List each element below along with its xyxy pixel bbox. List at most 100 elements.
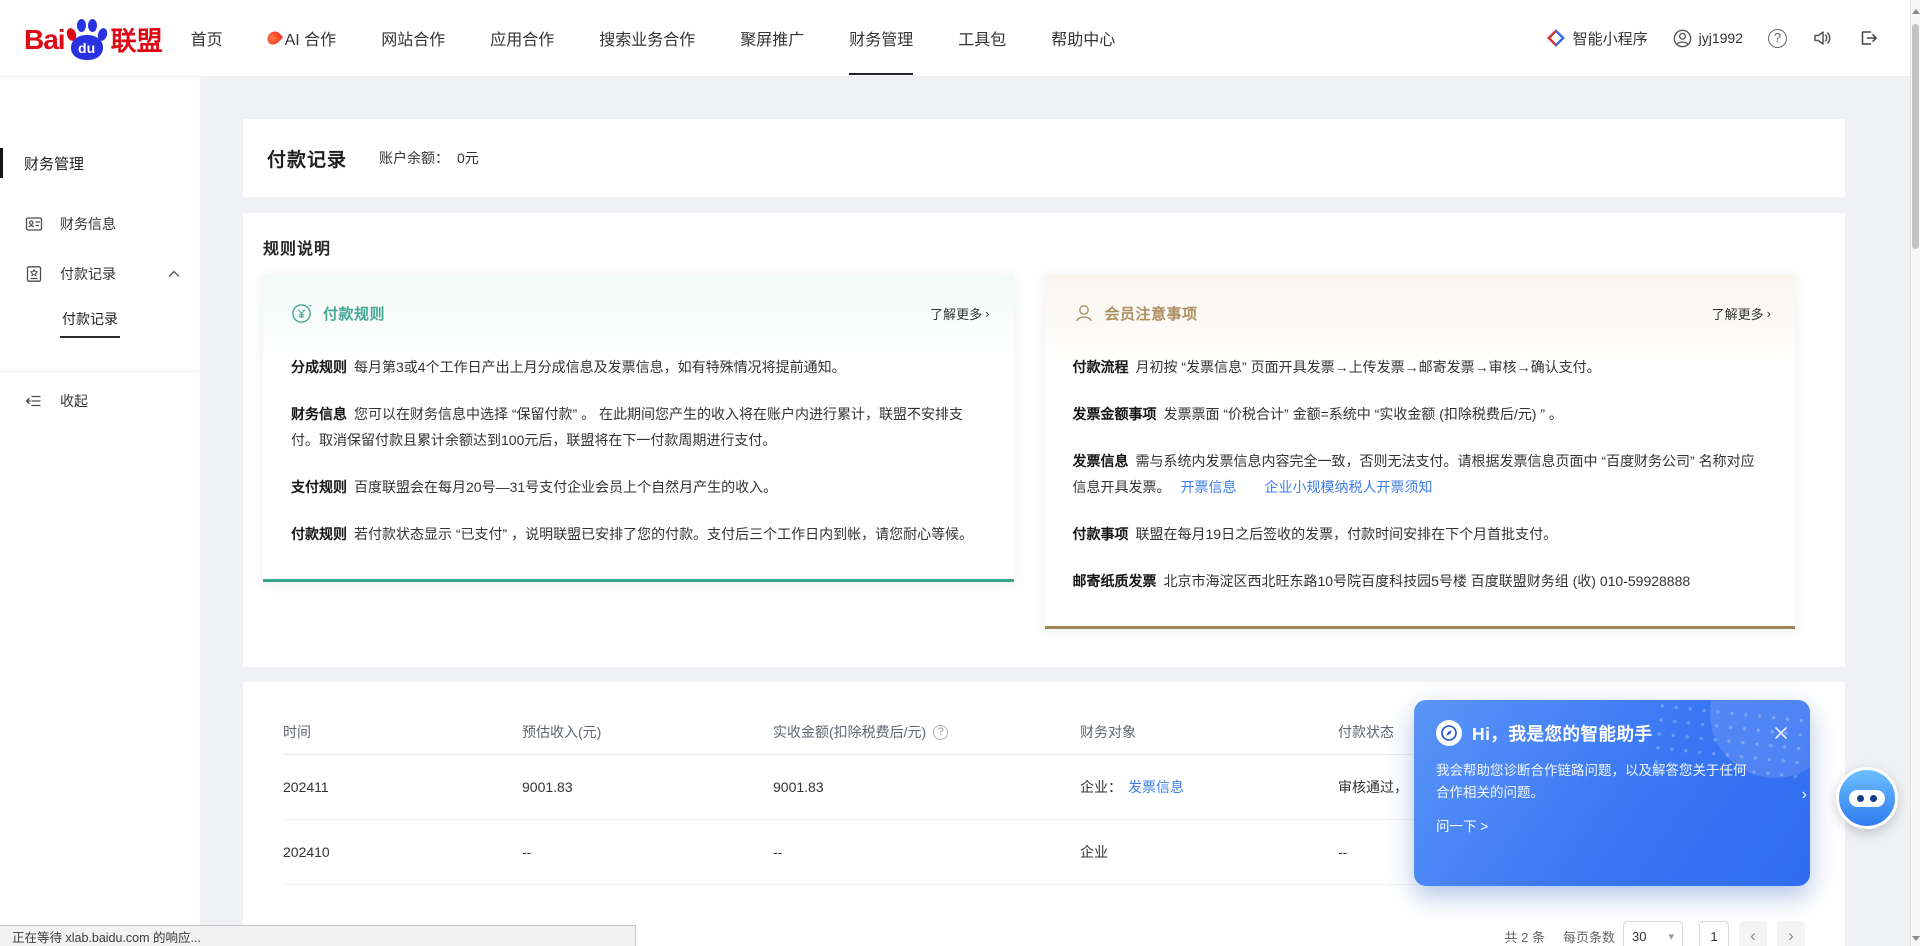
page-title: 付款记录	[267, 145, 347, 172]
question-icon: ?	[1768, 29, 1787, 48]
sidebar-item-finance-info[interactable]: 财务信息	[0, 199, 200, 249]
sidebar-collapse-button[interactable]: 收起	[0, 372, 200, 430]
vertical-scrollbar[interactable]	[1910, 0, 1920, 946]
rules-title: 规则说明	[263, 235, 1795, 259]
payment-rules-card-title: 付款规则	[323, 303, 385, 324]
payment-record-icon	[25, 265, 43, 283]
balance-value: 0元	[457, 150, 479, 166]
sidebar: 财务管理 财务信息 付款记录	[0, 76, 200, 946]
info-icon[interactable]: ?	[933, 725, 948, 740]
total-count: 共 2 条	[1505, 927, 1545, 946]
caret-down-icon: ▾	[1668, 930, 1674, 943]
assistant-popup: Hi，我是您的智能助手 我会帮助您诊断合作链路问题，以及解答您关于任何合作相关的…	[1414, 700, 1810, 886]
nav-item-website[interactable]: 网站合作	[381, 0, 445, 76]
assistant-robot-button[interactable]	[1836, 767, 1898, 829]
member-notes-card-title: 会员注意事项	[1105, 303, 1198, 324]
payment-rules-card: 付款规则 了解更多› 分成规则每月第3或4个工作日产出上月分成信息及发票信息，如…	[263, 274, 1014, 582]
rule-paragraph: 分成规则每月第3或4个工作日产出上月分成信息及发票信息，如有特殊情况将提前通知。	[291, 354, 984, 380]
cell-actual: 9001.83	[773, 779, 1080, 795]
top-navigation: Bai du 联盟 首页 AI 合作 网站合作 应用合作 搜索业务合作 聚屏推广…	[0, 0, 1920, 76]
column-header-time: 时间	[283, 722, 522, 742]
announcement-sound-button[interactable]	[1812, 28, 1833, 48]
cell-time: 202410	[283, 844, 522, 860]
cell-entity: 企业：发票信息	[1080, 777, 1338, 797]
logo-text-bai: Bai	[24, 20, 65, 60]
cell-estimated: 9001.83	[522, 779, 773, 795]
scrollbar-up-arrow[interactable]	[1912, 5, 1920, 14]
small-taxpayer-notice-link[interactable]: 企业小规模纳税人开票须知	[1265, 479, 1433, 495]
logout-icon	[1858, 28, 1878, 48]
page-number-button[interactable]: 1	[1699, 921, 1729, 946]
help-button[interactable]: ?	[1768, 29, 1787, 48]
nav-item-home[interactable]: 首页	[191, 0, 223, 76]
popup-edge-chevron-icon[interactable]: ›	[1802, 786, 1807, 804]
nav-item-help-center[interactable]: 帮助中心	[1051, 0, 1115, 76]
nav-item-toolkit[interactable]: 工具包	[958, 0, 1006, 76]
sidebar-subitem-payment-records[interactable]: 付款记录	[0, 299, 200, 345]
column-header-actual-amount: 实收金额(扣除税费后/元) ?	[773, 722, 1080, 742]
rule-paragraph: 发票信息需与系统内发票信息内容完全一致，否则无法支付。请根据发票信息页面中 “百…	[1073, 448, 1766, 500]
robot-face-icon	[1849, 790, 1885, 807]
cell-entity: 企业	[1080, 842, 1338, 862]
ask-now-link[interactable]: 问一下 >	[1436, 815, 1788, 835]
assistant-title: Hi，我是您的智能助手	[1472, 721, 1653, 746]
sidebar-section-finance-management: 财务管理	[0, 148, 200, 178]
assistant-message: 我会帮助您诊断合作链路问题，以及解答您关于任何合作相关的问题。	[1436, 760, 1756, 804]
nav-right-area: 智能小程序 jyj1992 ?	[1547, 28, 1920, 49]
cell-actual: --	[773, 844, 1080, 860]
rule-paragraph: 支付规则百度联盟会在每月20号—31号支付企业会员上个自然月产生的收入。	[291, 474, 984, 500]
nav-item-ai[interactable]: AI 合作	[268, 0, 337, 76]
rule-paragraph: 发票金额事项发票票面 “价税合计” 金额=系统中 “实收金额 (扣除税费后/元)…	[1073, 401, 1766, 427]
nav-item-search-biz[interactable]: 搜索业务合作	[599, 0, 695, 76]
assistant-compass-icon	[1436, 720, 1462, 746]
cell-estimated: --	[522, 844, 773, 860]
column-header-finance-entity: 财务对象	[1080, 722, 1338, 742]
rule-paragraph: 邮寄纸质发票北京市海淀区西北旺东路10号院百度科技园5号楼 百度联盟财务组 (收…	[1073, 568, 1766, 594]
balance-label: 账户余额：	[379, 150, 449, 166]
nav-item-finance[interactable]: 财务管理	[849, 0, 913, 76]
rule-paragraph: 付款流程月初按 “发票信息” 页面开具发票→上传发票→邮寄发票→审核→确认支付。	[1073, 354, 1766, 380]
member-notes-card: 会员注意事项 了解更多› 付款流程月初按 “发票信息” 页面开具发票→上传发票→…	[1045, 274, 1796, 629]
finance-info-icon	[25, 215, 43, 233]
nav-menu: 首页 AI 合作 网站合作 应用合作 搜索业务合作 聚屏推广 财务管理 工具包 …	[191, 0, 1161, 76]
invoice-info-row-link[interactable]: 发票信息	[1128, 779, 1184, 795]
account-balance: 账户余额： 0元	[379, 148, 479, 168]
flame-icon	[264, 29, 282, 47]
prev-page-button[interactable]: ‹	[1739, 921, 1767, 946]
mini-program-entry[interactable]: 智能小程序	[1547, 28, 1648, 49]
per-page-label: 每页条数	[1563, 927, 1615, 946]
chevron-right-icon: ›	[1767, 306, 1771, 321]
browser-status-bar: 正在等待 xlab.baidu.com 的响应...	[0, 925, 636, 946]
coin-yen-icon	[291, 302, 313, 324]
user-icon	[1673, 29, 1692, 48]
nav-item-juping[interactable]: 聚屏推广	[740, 0, 804, 76]
member-icon	[1073, 302, 1095, 324]
baidu-paw-icon: du	[67, 16, 107, 60]
user-account[interactable]: jyj1992	[1673, 29, 1743, 48]
scrollbar-down-arrow[interactable]	[1912, 936, 1920, 945]
chevron-right-icon: ›	[985, 306, 989, 321]
per-page-select[interactable]: 30▾	[1623, 921, 1683, 946]
scrollbar-thumb[interactable]	[1912, 24, 1919, 249]
baidu-union-logo[interactable]: Bai du 联盟	[24, 16, 163, 60]
page-header-card: 付款记录 账户余额： 0元	[243, 119, 1845, 197]
nav-item-app[interactable]: 应用合作	[490, 0, 554, 76]
invoice-info-link[interactable]: 开票信息	[1181, 479, 1237, 495]
logout-button[interactable]	[1858, 28, 1878, 48]
payment-rules-more-link[interactable]: 了解更多›	[930, 304, 989, 323]
column-header-estimated-income: 预估收入(元)	[522, 722, 773, 742]
logo-text-union: 联盟	[111, 22, 163, 60]
sidebar-item-payment-records[interactable]: 付款记录	[0, 249, 200, 299]
collapse-icon	[25, 392, 43, 410]
speaker-icon	[1812, 28, 1833, 48]
chevron-up-icon[interactable]	[168, 270, 180, 278]
close-icon[interactable]	[1774, 726, 1788, 740]
next-page-button[interactable]: ›	[1777, 921, 1805, 946]
cell-time: 202411	[283, 779, 522, 795]
rule-paragraph: 付款规则若付款状态显示 “已支付” ，说明联盟已安排了您的付款。支付后三个工作日…	[291, 521, 984, 547]
rule-paragraph: 付款事项联盟在每月19日之后签收的发票，付款时间安排在下个月首批支付。	[1073, 521, 1766, 547]
status-text: 正在等待 xlab.baidu.com 的响应...	[12, 927, 201, 946]
member-notes-more-link[interactable]: 了解更多›	[1712, 304, 1771, 323]
rule-paragraph: 财务信息您可以在财务信息中选择 “保留付款” 。 在此期间您产生的收入将在账户内…	[291, 401, 984, 453]
logo-text-du: du	[71, 35, 103, 60]
